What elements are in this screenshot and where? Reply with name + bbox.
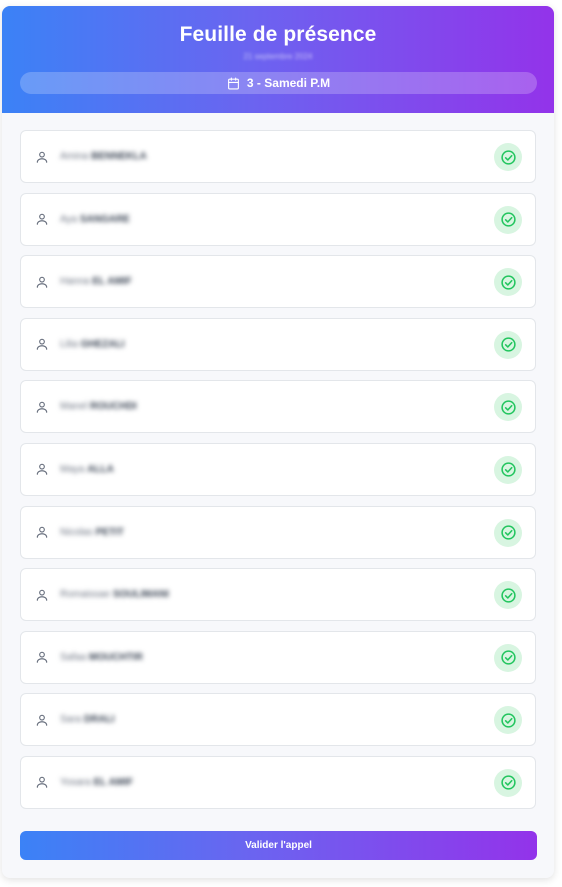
student-name: Safaa MOUCHTIR — [60, 652, 143, 663]
student-name: Sara DRALI — [60, 714, 114, 725]
student-row: Hanna EL AMIF — [20, 255, 536, 309]
check-circle-icon — [500, 400, 516, 415]
student-name: Manel ROUCHDI — [60, 401, 137, 412]
user-icon — [36, 401, 48, 413]
check-circle-icon — [500, 650, 516, 665]
student-first-name: Amina — [60, 151, 89, 162]
user-icon — [36, 714, 48, 726]
user-icon — [36, 276, 48, 288]
attendance-card: Feuille de présence 21 septembre 2024 3 … — [2, 6, 554, 878]
student-row: Lilia GHEZALI — [20, 317, 536, 371]
present-toggle[interactable] — [494, 706, 522, 735]
check-circle-icon — [500, 275, 516, 290]
student-row: Romaissae SOULIMANI — [20, 568, 536, 622]
student-first-name: Romaissae — [60, 589, 111, 601]
user-icon — [36, 213, 48, 225]
student-name: Yosara EL AMIF — [60, 777, 133, 788]
user-icon — [36, 339, 48, 351]
student-last-name: MOUCHTIR — [88, 651, 143, 663]
present-toggle[interactable] — [494, 330, 522, 359]
calendar-icon — [228, 77, 239, 89]
present-toggle[interactable] — [494, 643, 522, 672]
student-last-name: SANGARE — [79, 213, 130, 225]
student-name: Lilia GHEZALI — [60, 339, 124, 350]
present-toggle[interactable] — [494, 768, 522, 797]
student-row: Aya SANGARE — [20, 192, 536, 246]
check-circle-icon — [500, 149, 516, 165]
student-last-name: GHEZALI — [80, 338, 125, 350]
session-badge: 3 - Samedi P.M — [20, 72, 537, 94]
present-toggle[interactable] — [494, 581, 522, 610]
student-row: Amina BENNEKLA — [20, 130, 536, 183]
present-toggle[interactable] — [494, 518, 522, 547]
student-list: Amina BENNEKLA Aya SANGARE Hanna EL AMIF — [2, 113, 554, 809]
student-first-name: Sara — [60, 714, 82, 726]
check-circle-icon — [500, 588, 516, 603]
check-circle-icon — [500, 212, 516, 227]
present-toggle[interactable] — [494, 393, 522, 422]
user-icon — [36, 464, 48, 476]
student-last-name: PETIT — [95, 526, 124, 538]
page-title: Feuille de présence — [179, 23, 377, 46]
student-last-name: ALLA — [87, 463, 114, 475]
student-name: Maya ALLA — [60, 464, 114, 475]
student-last-name: DRALI — [83, 714, 115, 726]
user-icon — [36, 777, 48, 789]
session-label: 3 - Samedi P.M — [246, 76, 331, 90]
student-last-name: EL AMIF — [92, 276, 132, 288]
check-circle-icon — [500, 337, 516, 352]
check-circle-icon — [500, 462, 516, 478]
user-icon — [36, 589, 48, 601]
student-first-name: Lilia — [60, 338, 78, 350]
student-last-name: BENNEKLA — [91, 151, 147, 162]
present-toggle[interactable] — [494, 268, 522, 297]
check-circle-icon — [500, 713, 516, 728]
student-first-name: Yosara — [60, 776, 91, 788]
student-last-name: SOULIMANI — [112, 589, 169, 601]
submit-attendance-button[interactable]: Valider l'appel — [20, 831, 537, 860]
student-first-name: Hanna — [60, 276, 90, 288]
student-name: Hanna EL AMIF — [60, 276, 132, 287]
student-row: Sara DRALI — [20, 693, 536, 747]
student-row: Manel ROUCHDI — [20, 380, 536, 434]
student-first-name: Safaa — [60, 651, 87, 663]
student-name: Aya SANGARE — [60, 214, 130, 225]
user-icon — [36, 526, 48, 538]
present-toggle[interactable] — [494, 205, 522, 234]
student-first-name: Aya — [60, 213, 78, 225]
student-first-name: Nicolas — [60, 526, 93, 538]
present-toggle[interactable] — [494, 143, 522, 171]
check-circle-icon — [500, 775, 516, 791]
student-name: Nicolas PETIT — [60, 527, 124, 538]
student-name: Romaissae SOULIMANI — [60, 589, 169, 600]
student-last-name: EL AMIF — [93, 776, 134, 788]
present-toggle[interactable] — [494, 455, 522, 484]
student-first-name: Manel — [60, 401, 88, 413]
student-name: Amina BENNEKLA — [60, 151, 147, 162]
check-circle-icon — [500, 525, 516, 540]
student-row: Nicolas PETIT — [20, 505, 536, 559]
user-icon — [36, 652, 48, 664]
header: Feuille de présence 21 septembre 2024 3 … — [2, 6, 554, 113]
student-row: Maya ALLA — [20, 442, 536, 496]
student-row: Safaa MOUCHTIR — [20, 630, 536, 684]
student-first-name: Maya — [60, 463, 85, 475]
student-row: Yosara EL AMIF — [20, 755, 536, 809]
student-last-name: ROUCHDI — [90, 401, 137, 413]
session-date: 21 septembre 2024 — [243, 52, 313, 61]
user-icon — [36, 151, 48, 163]
